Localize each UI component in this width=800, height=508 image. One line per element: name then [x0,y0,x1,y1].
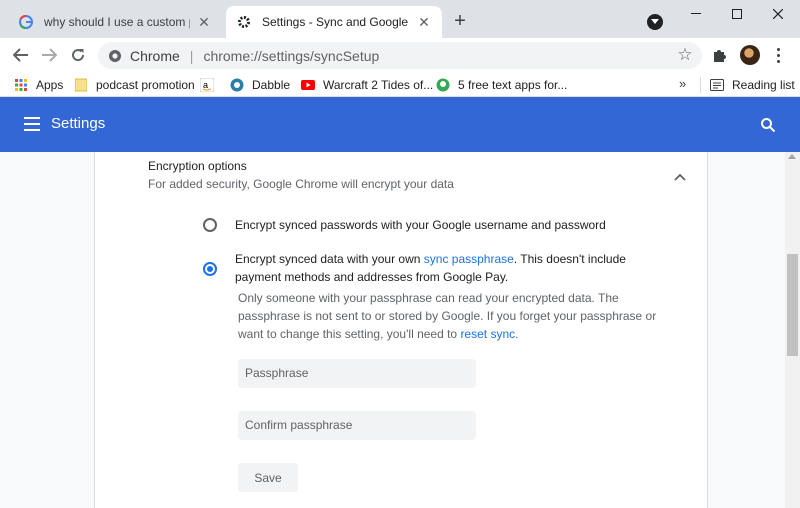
bookmark-podcast-promotion[interactable]: podcast promotion [74,76,195,94]
vertical-scrollbar[interactable] [785,152,800,508]
passphrase-note: Only someone with your passphrase can re… [238,289,678,343]
gear-icon [236,14,252,30]
new-tab-plus-icon[interactable]: + [450,11,470,32]
reload-icon[interactable] [67,44,89,66]
bookmark-apps[interactable]: Apps [14,76,63,94]
youtube-icon [301,78,315,92]
bookmark-star-icon[interactable]: ☆ [676,46,694,64]
amazon-icon: a [200,78,214,92]
more-menu-icon[interactable] [772,46,784,64]
svg-text:a: a [203,80,208,90]
confirm-passphrase-input[interactable] [238,411,476,440]
settings-content: Encryption options For added security, G… [0,152,785,508]
encryption-options-subtitle: For added security, Google Chrome will e… [148,177,454,191]
address-bar[interactable]: Chrome | chrome://settings/syncSetup ☆ [98,42,702,69]
forward-arrow-icon[interactable] [38,44,60,66]
android-icon [436,78,450,92]
reset-sync-link[interactable]: reset sync [460,327,515,341]
option-encrypt-passphrase-label: Encrypt synced data with your own sync p… [235,250,675,286]
back-arrow-icon[interactable] [10,44,32,66]
hamburger-menu-icon[interactable] [24,117,40,131]
passphrase-input[interactable] [238,359,476,388]
dabble-icon [230,78,244,92]
note-text: Only someone with your passphrase can re… [238,291,657,341]
bookmark-label: Apps [36,78,64,92]
search-icon[interactable] [760,117,776,133]
tab-settings[interactable]: Settings - Sync and Google services ✕ [226,6,442,38]
minimize-icon[interactable] [684,4,708,24]
chevron-up-icon[interactable] [674,169,686,181]
radio-encrypt-passwords[interactable] [203,218,217,232]
reading-list-label: Reading list [732,78,795,92]
option-text: Encrypt synced data with your own [235,252,424,266]
bookmarks-bar: Apps podcast promotion a Dabble Warcraft… [0,72,800,97]
google-icon [18,14,34,30]
bookmark-label: Dabble [252,78,291,92]
url-text: chrome://settings/syncSetup [203,47,380,64]
sync-passphrase-link[interactable]: sync passphrase [424,252,514,266]
close-icon[interactable]: ✕ [196,14,212,30]
bookmark-label: 5 free text apps for... [458,78,568,92]
bookmark-free-text-apps[interactable]: 5 free text apps for... [436,76,567,94]
tab-title: Settings - Sync and Google services [262,15,410,29]
close-icon[interactable]: ✕ [416,14,432,30]
tab-title: why should I use a custom passphrase [44,15,190,29]
scroll-up-arrow-icon[interactable] [788,154,796,159]
bookmarks-overflow-chevron[interactable]: » [679,76,686,91]
save-button[interactable]: Save [238,463,298,492]
chrome-icon [108,49,122,63]
bookmark-warcraft[interactable]: Warcraft 2 Tides of... [301,76,433,94]
encryption-options-title: Encryption options [148,159,247,173]
settings-header: Settings [0,97,800,152]
bookmark-dabble[interactable]: Dabble [230,76,290,94]
apps-grid-icon [14,78,28,92]
url-divider: | [189,47,194,64]
page-title: Settings [51,115,106,132]
extensions-puzzle-icon[interactable] [711,47,729,65]
scrollbar-thumb[interactable] [787,254,798,356]
tab-search-icon[interactable] [647,14,663,30]
reading-list-icon [710,78,724,92]
browser-toolbar: Chrome | chrome://settings/syncSetup ☆ [0,38,800,72]
bookmark-label: Warcraft 2 Tides of... [323,78,434,92]
bookmarks-divider [700,77,701,93]
maximize-icon[interactable] [725,4,749,24]
tab-passphrase-search[interactable]: why should I use a custom passphrase ✕ [8,6,222,38]
folder-icon [74,78,88,92]
note-text: . [515,327,519,341]
bookmark-label: podcast promotion [96,78,195,92]
reading-list-button[interactable]: Reading list [710,76,795,94]
url-origin: Chrome [130,47,180,64]
window-close-icon[interactable] [766,4,790,24]
option-encrypt-passwords-label: Encrypt synced passwords with your Googl… [235,218,606,232]
radio-encrypt-passphrase[interactable] [203,262,217,276]
encryption-options-card: Encryption options For added security, G… [94,152,708,508]
bookmark-amazon[interactable]: a [200,76,222,94]
tab-strip: why should I use a custom passphrase ✕ S… [0,0,800,38]
profile-avatar[interactable] [740,45,760,65]
